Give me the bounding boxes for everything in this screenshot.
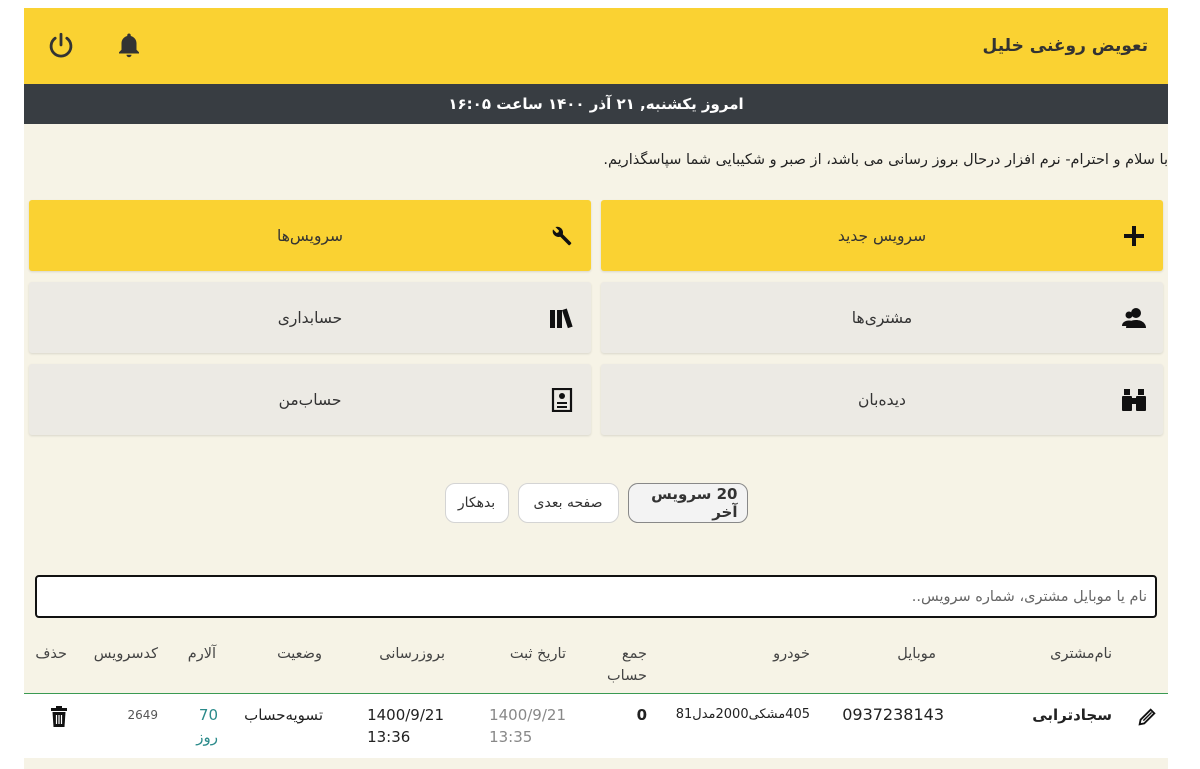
header-total: جمع حساب xyxy=(607,643,647,687)
header-alarm: آلارم xyxy=(187,646,216,662)
table-header: نام‌مشتری موبایل خودرو جمع حساب تاریخ ثب… xyxy=(24,632,1168,694)
cell-total: 0 xyxy=(636,706,647,724)
header-icons xyxy=(44,29,146,63)
header-total-line1: جمع xyxy=(621,646,647,662)
cell-status: تسویه‌حساب xyxy=(244,706,323,724)
cell-alarm-value: 70 xyxy=(198,706,218,724)
app-root: تعویض روغنی خلیل امروز یکشنبه, ۲۱ آذر ۱۴… xyxy=(24,8,1168,769)
tile-label: دیده‌بان xyxy=(858,390,906,409)
header-delete: حذف xyxy=(35,646,67,662)
header-bar: تعویض روغنی خلیل xyxy=(24,8,1168,84)
tile-label: حسابداری xyxy=(277,308,343,327)
tile-customers[interactable]: مشتری‌ها xyxy=(601,282,1163,353)
cell-updated: 1400/9/21 13:36 xyxy=(367,704,444,748)
date-bar: امروز یکشنبه, ۲۱ آذر ۱۴۰۰ ساعت ۱۶:۰۵ xyxy=(24,84,1168,124)
users-icon xyxy=(1119,303,1149,333)
cell-mobile: 0937238143 xyxy=(842,704,944,726)
menu-tiles: سرویس جدید سرویس‌ها مشتری‌ها حسابداری دی… xyxy=(24,200,1168,435)
tile-services[interactable]: سرویس‌ها xyxy=(29,200,591,271)
filter-buttons: 20 سرویس آخر صفحه بعدی بدهکار xyxy=(24,483,1168,523)
cell-car: 405مشکی2000مدل81 xyxy=(675,707,810,722)
cell-updated-date: 1400/9/21 xyxy=(367,706,444,724)
cell-mobile-value: 0937238143 xyxy=(842,705,944,724)
bell-icon[interactable] xyxy=(112,29,146,63)
header-registered: تاریخ ثبت xyxy=(509,646,566,662)
header-updated: بروزرسانی xyxy=(379,646,445,662)
tile-label: سرویس‌ها xyxy=(277,226,343,245)
cell-alarm: 70 روز xyxy=(196,704,218,748)
tile-my-account[interactable]: حساب‌من xyxy=(29,364,591,435)
table-row[interactable]: سجادترابی 0937238143 405مشکی2000مدل81 0 … xyxy=(24,694,1168,758)
wrench-icon xyxy=(547,221,577,251)
cell-registered-date: 1400/9/21 xyxy=(489,706,566,724)
cell-registered: 1400/9/21 13:35 xyxy=(489,704,566,748)
header-car: خودرو xyxy=(773,646,810,662)
tile-label: سرویس جدید xyxy=(837,226,927,245)
cell-code: 2649 xyxy=(127,708,158,722)
search-input[interactable] xyxy=(45,588,1147,605)
tile-watcher[interactable]: دیده‌بان xyxy=(601,364,1163,435)
tile-label: حساب‌من xyxy=(278,390,342,409)
header-status: وضعیت xyxy=(277,646,322,662)
header-mobile: موبایل xyxy=(897,646,936,662)
app-title: تعویض روغنی خلیل xyxy=(982,36,1148,56)
cell-customer: سجادترابی xyxy=(1032,706,1112,724)
header-customer: نام‌مشتری xyxy=(1050,646,1112,662)
notice-text: با سلام و احترام- نرم افزار درحال بروز ر… xyxy=(603,152,1168,168)
search-box xyxy=(35,575,1157,618)
header-total-line2: حساب xyxy=(607,668,647,684)
plus-icon xyxy=(1119,221,1149,251)
tile-accounting[interactable]: حسابداری xyxy=(29,282,591,353)
tile-new-service[interactable]: سرویس جدید xyxy=(601,200,1163,271)
power-icon[interactable] xyxy=(44,29,78,63)
trash-icon[interactable] xyxy=(50,706,68,734)
debtors-button[interactable]: بدهکار xyxy=(444,483,509,523)
books-icon xyxy=(547,303,577,333)
binoculars-icon xyxy=(1119,385,1149,415)
next-page-button[interactable]: صفحه بعدی xyxy=(517,483,619,523)
edit-icon[interactable] xyxy=(1136,706,1158,734)
id-card-icon xyxy=(547,385,577,415)
last-20-services-button[interactable]: 20 سرویس آخر xyxy=(627,483,748,523)
cell-alarm-unit: روز xyxy=(196,728,218,746)
header-code: کدسرویس xyxy=(93,646,158,662)
cell-updated-time: 13:36 xyxy=(367,728,411,746)
tile-label: مشتری‌ها xyxy=(851,308,913,327)
cell-registered-time: 13:35 xyxy=(489,728,533,746)
